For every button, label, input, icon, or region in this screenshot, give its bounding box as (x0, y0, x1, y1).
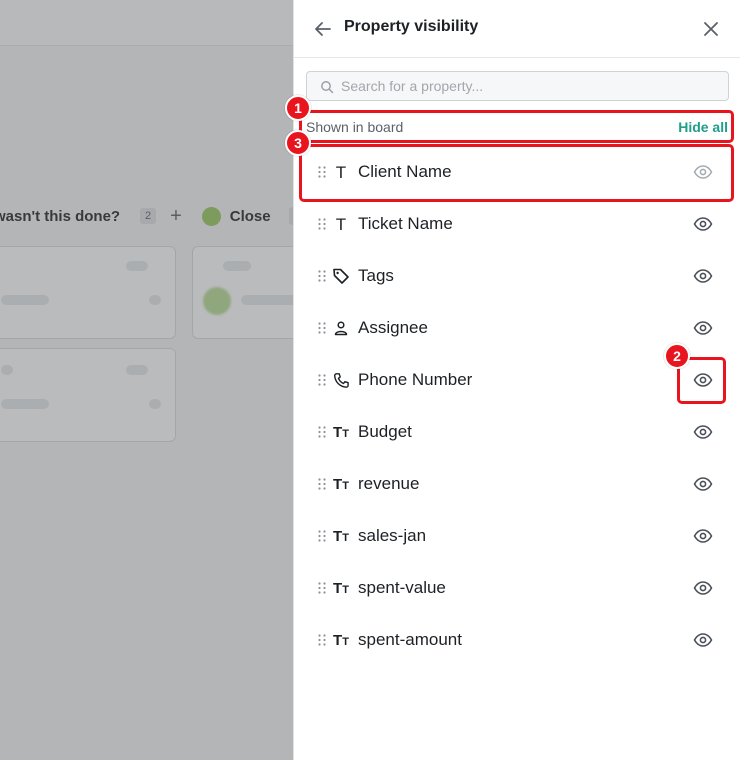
drag-handle-icon[interactable] (318, 166, 326, 178)
drag-handle-icon[interactable] (318, 218, 326, 230)
drag-handle-icon[interactable] (318, 530, 326, 542)
drag-handle-icon[interactable] (318, 582, 326, 594)
drag-handle-icon[interactable] (318, 374, 326, 386)
panel-header: Property visibility (294, 0, 740, 58)
step-badge-2: 2 (664, 343, 690, 369)
person-icon (331, 318, 351, 338)
board-background: wasn't this done? 2 + Close (0, 0, 293, 760)
eye-icon[interactable] (693, 632, 713, 648)
back-button[interactable] (312, 18, 334, 40)
property-visibility-panel: Property visibility Shown in board Hide … (293, 0, 740, 760)
property-list: T Client Name T Ticket Name Tags Assignee … (294, 146, 740, 666)
hide-all-button[interactable]: Hide all (678, 119, 728, 135)
text-icon: T (335, 214, 347, 234)
drag-handle-icon[interactable] (318, 478, 326, 490)
eye-icon[interactable] (693, 320, 713, 336)
text-size-icon: TT (333, 423, 349, 441)
property-name: sales-jan (358, 526, 427, 545)
property-row[interactable]: TT sales-jan (294, 510, 740, 562)
text-size-icon: TT (333, 527, 349, 545)
eye-icon[interactable] (693, 268, 713, 284)
property-row[interactable]: TT revenue (294, 458, 740, 510)
property-name: spent-amount (358, 630, 462, 649)
section-label: Shown in board (306, 119, 404, 135)
phone-icon (331, 370, 351, 390)
property-search[interactable] (306, 71, 729, 101)
close-button[interactable] (700, 18, 722, 40)
text-size-icon: TT (333, 631, 349, 649)
text-size-icon: TT (333, 475, 349, 493)
property-row[interactable]: TT Budget (294, 406, 740, 458)
text-size-icon: TT (333, 579, 349, 597)
property-name: Tags (358, 266, 394, 285)
eye-icon[interactable] (693, 580, 713, 596)
property-row[interactable]: TT spent-amount (294, 614, 740, 666)
drag-handle-icon[interactable] (318, 322, 326, 334)
step-badge-3: 3 (285, 130, 311, 156)
panel-title: Property visibility (344, 18, 479, 35)
modal-overlay[interactable] (0, 0, 293, 760)
property-name: Ticket Name (358, 214, 453, 233)
step-badge-1: 1 (285, 95, 311, 121)
drag-handle-icon[interactable] (318, 634, 326, 646)
arrow-left-icon (315, 22, 331, 36)
property-row[interactable]: T Ticket Name (294, 198, 740, 250)
property-row[interactable]: Tags (294, 250, 740, 302)
property-name: Budget (358, 422, 412, 441)
search-input[interactable] (341, 72, 721, 100)
eye-icon[interactable] (693, 216, 713, 232)
drag-handle-icon[interactable] (318, 426, 326, 438)
eye-icon[interactable] (693, 372, 713, 388)
eye-icon[interactable] (693, 424, 713, 440)
property-name: spent-value (358, 578, 446, 597)
drag-handle-icon[interactable] (318, 270, 326, 282)
property-name: Phone Number (358, 370, 473, 389)
close-icon (704, 22, 718, 36)
text-icon: T (335, 162, 347, 182)
property-row[interactable]: TT spent-value (294, 562, 740, 614)
search-icon (321, 81, 334, 94)
property-name: revenue (358, 474, 420, 493)
property-name: Client Name (358, 162, 452, 181)
eye-icon[interactable] (693, 476, 713, 492)
tag-icon (331, 266, 351, 286)
property-row[interactable]: T Client Name (294, 146, 740, 198)
property-name: Assignee (358, 318, 428, 337)
eye-icon[interactable] (693, 528, 713, 544)
eye-icon[interactable] (693, 164, 713, 180)
